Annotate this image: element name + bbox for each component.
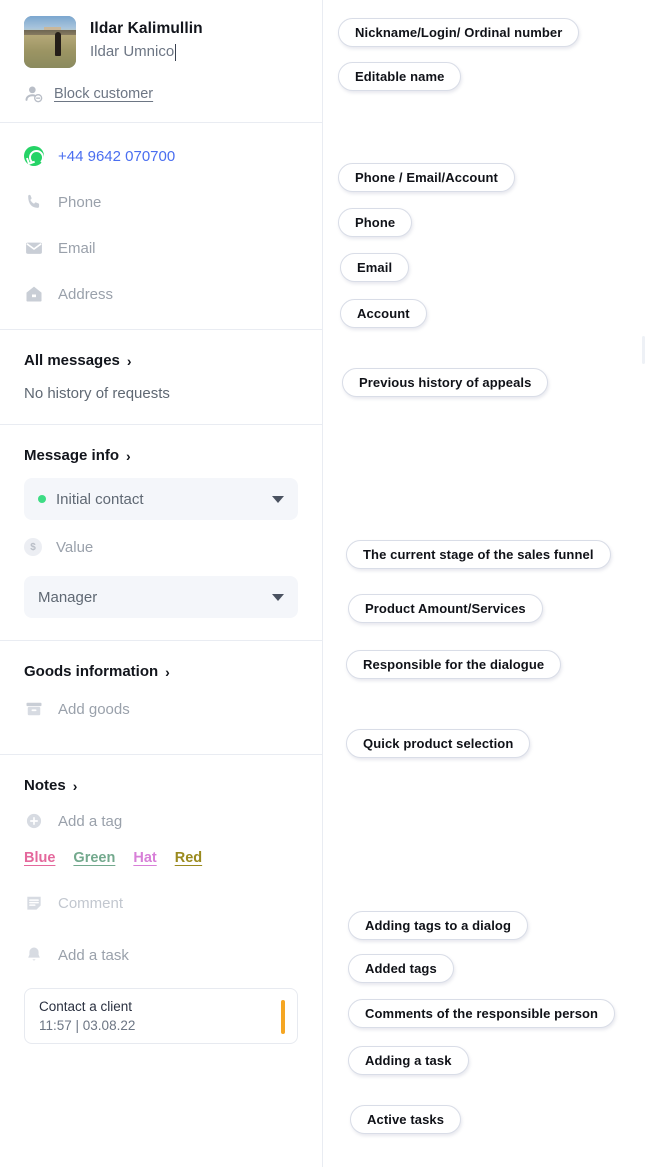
add-tag-label[interactable]: Add a tag [58,813,122,830]
annotation-previous-history: Previous history of appeals [342,368,549,397]
goods-section: Goods information › Add goods [0,641,322,754]
add-tag-row[interactable]: Add a tag [24,798,298,844]
bell-icon [28,947,40,961]
whatsapp-icon [24,146,44,166]
message-info-section: Message info › Initial contact $ Value M… [0,425,322,640]
tag-green[interactable]: Green [73,850,115,866]
all-messages-section: All messages › No history of requests [0,330,322,424]
annotation-nickname-login-ordinal: Nickname/Login/ Ordinal number [338,18,580,47]
annotation-responsible-dialogue: Responsible for the dialogue [346,650,562,679]
avatar-figure [55,31,61,56]
no-history-text: No history of requests [24,385,170,402]
sales-funnel-stage-select[interactable]: Initial contact [24,478,298,520]
customer-names: Ildar Kalimullin Ildar Umnico [90,16,203,64]
contact-sidebar: Ildar Kalimullin Ildar Umnico Block cust… [0,0,323,1167]
contact-row-whatsapp[interactable]: +44 9642 070700 [24,133,298,179]
notes-header[interactable]: Notes › [24,755,298,794]
contact-row-address[interactable]: Address [24,271,298,317]
deal-value-label: Value [56,538,94,556]
notes-title: Notes [24,777,66,794]
block-customer-label[interactable]: Block customer [54,86,153,102]
box-icon [26,702,42,716]
note-icon [27,896,41,910]
contact-phone-number[interactable]: +44 9642 070700 [58,148,175,165]
comment-label[interactable]: Comment [58,895,123,912]
stage-value: Initial contact [56,490,144,508]
add-task-label[interactable]: Add a task [58,947,129,964]
chevron-right-icon: › [126,352,132,369]
contact-address-label[interactable]: Address [58,286,113,303]
contact-email-label[interactable]: Email [58,240,96,257]
manager-select[interactable]: Manager [24,576,298,618]
phone-icon [28,194,40,208]
user-block-icon [25,86,43,103]
avatar-field [24,34,76,68]
annotation-editable-name: Editable name [338,62,462,91]
annotation-added-tags: Added tags [348,954,454,983]
tag-list: Blue Green Hat Red [24,844,298,866]
block-customer-row[interactable]: Block customer [0,68,322,122]
chevron-right-icon: › [126,447,131,464]
customer-nickname: Ildar Umnico [90,43,175,60]
annotation-phone: Phone [338,208,413,237]
add-task-row[interactable]: Add a task [24,932,298,978]
customer-header: Ildar Kalimullin Ildar Umnico [0,0,322,68]
plus-circle-icon [26,813,42,829]
contacts-section: +44 9642 070700 Phone Email Address [0,123,322,329]
annotation-phone-email-account: Phone / Email/Account [338,163,515,192]
chevron-down-icon [272,594,284,601]
avatar[interactable] [24,16,76,68]
annotation-account: Account [340,299,427,328]
scrollbar-thumb[interactable] [642,336,645,364]
tag-hat[interactable]: Hat [133,850,156,866]
chevron-right-icon: › [165,663,170,680]
stage-status-dot [38,495,46,503]
add-goods-row[interactable]: Add goods [24,686,298,732]
annotation-product-amount: Product Amount/Services [348,594,543,623]
annotation-quick-product-selection: Quick product selection [346,729,531,758]
notes-section: Notes › Add a tag Blue Green Hat Red Com… [0,755,322,1044]
message-info-title: Message info [24,447,120,464]
contact-row-email[interactable]: Email [24,225,298,271]
goods-title: Goods information [24,663,159,680]
deal-value-row[interactable]: $ Value [24,526,298,568]
text-caret [175,43,177,61]
customer-nickname-field[interactable]: Ildar Umnico [90,40,177,64]
task-title: Contact a client [39,999,133,1014]
crm-contact-panel-screenshot: Ildar Kalimullin Ildar Umnico Block cust… [0,0,652,1167]
task-datetime: 11:57 | 03.08.22 [39,1018,136,1033]
annotation-sales-funnel-stage: The current stage of the sales funnel [346,540,611,569]
all-messages-header[interactable]: All messages › [24,330,298,369]
contact-row-phone[interactable]: Phone [24,179,298,225]
tag-blue[interactable]: Blue [24,850,55,866]
contact-phone-label[interactable]: Phone [58,194,101,211]
task-card-body: Contact a client 11:57 | 03.08.22 [39,997,135,1035]
task-card[interactable]: Contact a client 11:57 | 03.08.22 [24,988,298,1044]
email-icon [26,242,42,254]
all-messages-title: All messages [24,352,120,369]
manager-value: Manager [38,588,98,606]
annotation-email: Email [340,253,410,282]
annotation-adding-tags: Adding tags to a dialog [348,911,529,940]
comment-row[interactable]: Comment [24,880,298,926]
annotation-adding-a-task: Adding a task [348,1046,469,1075]
annotation-comments-responsible: Comments of the responsible person [348,999,616,1028]
tag-red[interactable]: Red [175,850,202,866]
add-goods-label[interactable]: Add goods [58,701,130,718]
chevron-down-icon [272,496,284,503]
goods-header[interactable]: Goods information › [24,641,298,680]
chevron-right-icon: › [72,777,78,794]
annotation-active-tasks: Active tasks [350,1105,462,1134]
task-accent-bar [281,1000,285,1034]
dollar-circle-icon: $ [24,538,42,556]
home-icon [26,286,42,302]
message-info-header[interactable]: Message info › [24,425,298,464]
customer-name: Ildar Kalimullin [90,20,203,37]
